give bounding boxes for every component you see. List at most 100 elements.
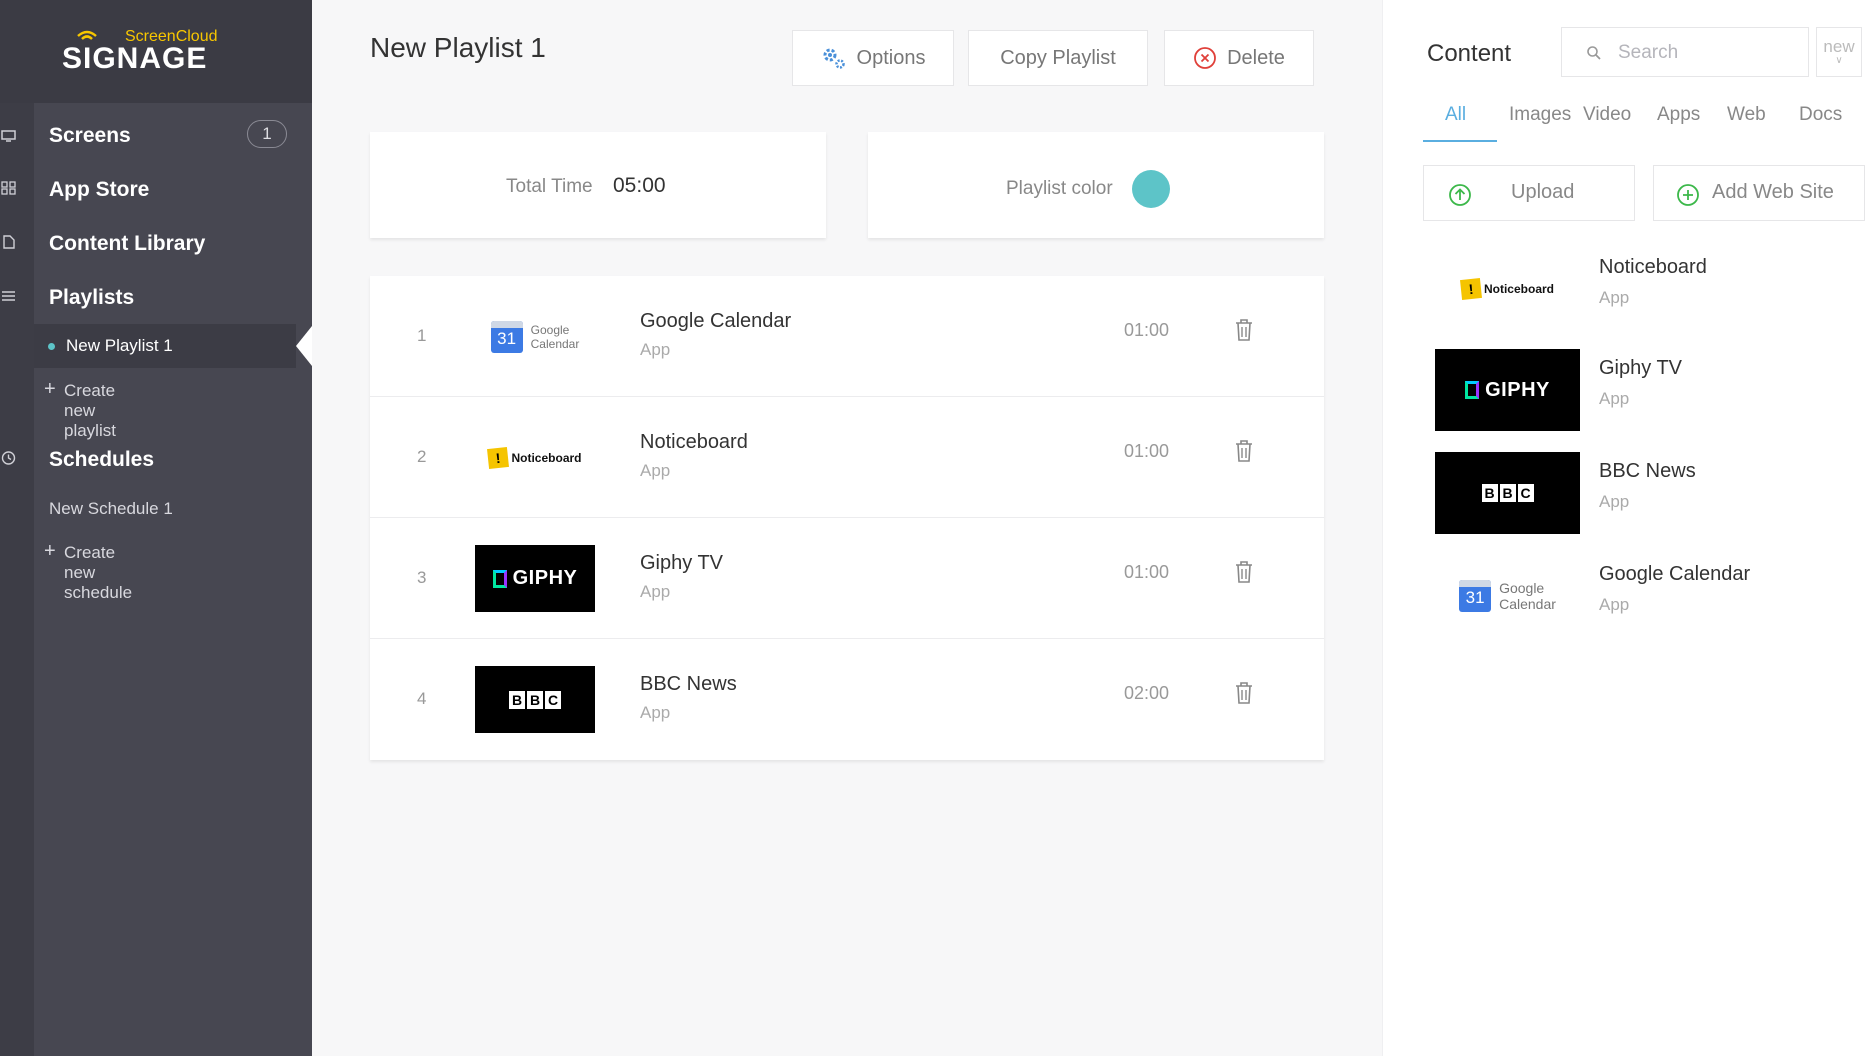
copy-playlist-label: Copy Playlist: [1000, 46, 1116, 69]
nav-content-library[interactable]: Content Library: [0, 216, 312, 270]
content-item-type: App: [1599, 389, 1630, 408]
gcal-line2: Calendar: [1499, 596, 1556, 612]
clock-icon: [1, 451, 16, 465]
nav-playlists[interactable]: Playlists: [0, 270, 312, 324]
google-calendar-icon: 31: [1459, 580, 1492, 612]
gears-icon: [823, 48, 845, 69]
giphy-logo-icon: [492, 569, 507, 588]
search-icon: [1587, 46, 1601, 60]
row-duration[interactable]: 02:00: [1124, 683, 1169, 704]
row-type: App: [640, 340, 671, 359]
row-type: App: [640, 582, 671, 601]
options-button-label: Options: [856, 46, 926, 69]
add-web-site-button[interactable]: Add Web Site: [1653, 165, 1865, 221]
google-calendar-thumbnail: 31 Google Calendar: [475, 303, 595, 370]
noticeboard-thumbnail: ! Noticeboard: [475, 424, 595, 491]
upload-button[interactable]: Upload: [1423, 165, 1635, 221]
playlist-color-swatch[interactable]: [1132, 170, 1170, 208]
tab-apps[interactable]: Apps: [1657, 104, 1700, 126]
giphy-logo-text: GIPHY: [512, 567, 578, 589]
giphy-logo-text: GIPHY: [1485, 378, 1550, 401]
new-dropdown[interactable]: new ∨: [1816, 27, 1862, 77]
row-index: 4: [417, 689, 427, 708]
copy-playlist-button[interactable]: Copy Playlist: [968, 30, 1148, 86]
playlist-row[interactable]: 3 GIPHY Giphy TV App 01:00: [370, 518, 1324, 639]
row-type: App: [640, 461, 671, 480]
content-item-name: Giphy TV: [1599, 357, 1682, 379]
close-circle-icon: [1194, 47, 1216, 69]
content-item-name: Google Calendar: [1599, 563, 1751, 585]
search-input[interactable]: [1618, 39, 1798, 67]
gcal-line1: Google: [1499, 580, 1545, 596]
create-schedule-label: Create new schedule: [64, 543, 133, 602]
bbc-thumbnail: BBC: [1435, 452, 1580, 534]
search-box[interactable]: [1561, 27, 1809, 77]
sidebar-item-schedule[interactable]: New Schedule 1: [49, 499, 173, 519]
plus-icon: +: [44, 378, 56, 400]
nav-schedules-label: Schedules: [49, 448, 155, 471]
google-calendar-thumbnail: 31 Google Calendar: [1435, 555, 1580, 637]
tab-images[interactable]: Images: [1509, 104, 1571, 126]
content-item-type: App: [1599, 492, 1630, 511]
trash-icon[interactable]: [1234, 318, 1254, 342]
nav-schedules[interactable]: Schedules: [0, 432, 312, 486]
playlist-row[interactable]: 4 BBC BBC News App 02:00: [370, 639, 1324, 760]
trash-icon[interactable]: [1234, 560, 1254, 584]
playlist-editor: New Playlist 1 Options Copy Playlist Del…: [312, 0, 1382, 1056]
row-duration[interactable]: 01:00: [1124, 562, 1169, 583]
active-indicator-notch: [296, 326, 312, 366]
bbc-letter: B: [1481, 484, 1498, 502]
nav-playlists-label: Playlists: [49, 286, 135, 309]
tab-docs[interactable]: Docs: [1799, 104, 1842, 126]
content-item[interactable]: ! Noticeboard Noticeboard App: [1435, 248, 1855, 330]
tab-all[interactable]: All: [1445, 104, 1466, 126]
noticeboard-logo-text: Noticeboard: [511, 450, 582, 465]
row-name: Noticeboard: [640, 431, 748, 453]
content-item[interactable]: GIPHY Giphy TV App: [1435, 349, 1855, 431]
google-calendar-icon: 31: [490, 320, 523, 353]
options-button[interactable]: Options: [792, 30, 954, 86]
logo[interactable]: ScreenCloud SIGNAGE: [0, 0, 312, 103]
nav-screens[interactable]: Screens 1: [0, 108, 312, 162]
bbc-letter: B: [1499, 484, 1516, 502]
row-duration[interactable]: 01:00: [1124, 320, 1169, 341]
playlist-row[interactable]: 1 31 Google Calendar Google Calendar App …: [370, 276, 1324, 397]
page-title[interactable]: New Playlist 1: [370, 32, 546, 64]
row-index: 3: [417, 568, 427, 587]
nav-app-store[interactable]: App Store: [0, 162, 312, 216]
content-tabs: All Images Video Apps Web Docs: [1423, 100, 1863, 142]
playlist-color-label: Playlist color: [1006, 178, 1113, 199]
sidebar-item-active-playlist[interactable]: New Playlist 1: [34, 324, 296, 368]
nav-screens-label: Screens: [49, 124, 131, 147]
content-item-name: BBC News: [1599, 460, 1696, 482]
content-item[interactable]: BBC BBC News App: [1435, 452, 1855, 534]
bbc-letter: B: [527, 690, 543, 709]
trash-icon[interactable]: [1234, 439, 1254, 463]
total-time-card: Total Time 05:00: [370, 132, 826, 238]
bbc-letter: C: [1517, 484, 1534, 502]
content-item[interactable]: 31 Google Calendar Google Calendar App: [1435, 555, 1855, 637]
bbc-letter: C: [545, 690, 561, 709]
total-time-value: 05:00: [613, 174, 666, 197]
new-dropdown-label: new: [1823, 37, 1855, 56]
active-tab-underline: [1423, 140, 1497, 142]
playlist-items: 1 31 Google Calendar Google Calendar App …: [370, 276, 1324, 760]
nav-content-library-label: Content Library: [49, 232, 206, 255]
row-name: Giphy TV: [640, 552, 723, 574]
playlist-row[interactable]: 2 ! Noticeboard Noticeboard App 01:00: [370, 397, 1324, 518]
tab-video[interactable]: Video: [1583, 104, 1631, 126]
row-type: App: [640, 703, 671, 722]
plus-icon: +: [44, 540, 56, 562]
row-name: Google Calendar: [640, 310, 792, 332]
row-duration[interactable]: 01:00: [1124, 441, 1169, 462]
monitor-icon: [1, 130, 16, 142]
content-panel-title: Content: [1427, 40, 1512, 67]
bbc-letter: B: [509, 690, 525, 709]
trash-icon[interactable]: [1234, 681, 1254, 705]
noticeboard-icon: !: [1459, 278, 1482, 300]
delete-button[interactable]: Delete: [1164, 30, 1314, 86]
bbc-thumbnail: BBC: [475, 666, 595, 733]
plus-circle-icon: [1677, 184, 1699, 206]
tab-web[interactable]: Web: [1727, 104, 1766, 126]
file-icon: [3, 235, 15, 249]
